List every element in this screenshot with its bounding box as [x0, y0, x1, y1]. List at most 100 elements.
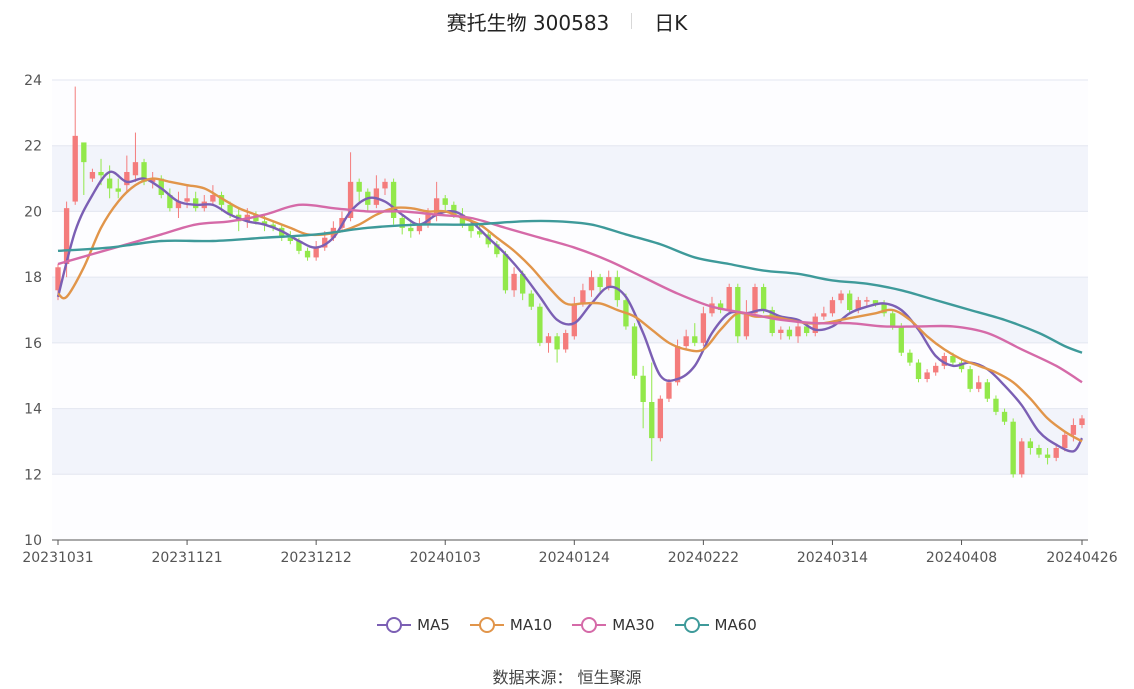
candle-body — [537, 306, 543, 343]
candle-body — [1010, 421, 1016, 475]
candle-body — [313, 247, 319, 258]
candle — [563, 329, 569, 353]
x-tick-label: 20231121 — [151, 550, 222, 566]
source-value: 恒生聚源 — [577, 668, 642, 687]
x-tick-label: 20231212 — [281, 550, 352, 566]
candle-body — [907, 352, 913, 363]
legend-label: MA60 — [714, 616, 757, 634]
grid-band — [52, 277, 1088, 343]
candle-body — [1062, 434, 1068, 448]
candle-body — [115, 188, 121, 192]
candle-body — [967, 369, 973, 389]
candle-body — [193, 198, 199, 209]
y-tick-label: 14 — [24, 402, 42, 418]
legend-item-ma10[interactable]: MA10 — [469, 616, 553, 634]
candle — [657, 395, 664, 442]
candle-body — [993, 398, 999, 412]
candle — [1010, 418, 1016, 478]
candle-body — [1044, 454, 1051, 458]
y-tick-label: 22 — [24, 139, 42, 155]
candle-body — [846, 293, 853, 310]
legend-label: MA5 — [417, 616, 450, 634]
candle-body — [132, 162, 139, 176]
y-axis: 10 12 14 16 18 20 22 24 — [24, 73, 42, 549]
x-axis: 20231031 20231121 20231212 20240103 20240124… — [22, 539, 1118, 566]
data-source: 数据来源： 恒生聚源 — [0, 664, 1134, 688]
candle-body — [795, 326, 801, 337]
candle-body — [933, 365, 939, 373]
x-tick-label: 20240124 — [539, 550, 610, 566]
legend-swatch-icon — [469, 617, 504, 633]
x-tick-label: 20240314 — [797, 550, 868, 566]
candle-body — [640, 375, 646, 402]
x-tick-label: 20231031 — [22, 550, 93, 566]
candle-body — [210, 195, 216, 202]
candle-body — [1079, 418, 1085, 425]
legend-item-ma5[interactable]: MA5 — [377, 616, 450, 634]
candle-body — [502, 254, 509, 291]
legend-label: MA30 — [612, 616, 655, 634]
candle-body — [442, 198, 448, 205]
candle-body — [545, 336, 552, 343]
candle-body — [588, 277, 595, 291]
candle-body — [683, 336, 689, 347]
candle-body — [898, 326, 904, 353]
y-tick-label: 16 — [24, 336, 42, 352]
candle-body — [554, 336, 560, 350]
candle-body — [821, 313, 827, 317]
candle-body — [124, 172, 130, 186]
candle-body — [563, 333, 569, 350]
x-tick-label: 20240103 — [410, 550, 481, 566]
y-tick-label: 18 — [24, 270, 42, 286]
candle-body — [838, 293, 844, 301]
source-label: 数据来源： — [492, 668, 573, 687]
grid-band — [52, 474, 1088, 540]
grid-band — [52, 80, 1088, 146]
candle-body — [106, 178, 113, 189]
candle-body — [984, 382, 991, 399]
candle-body — [915, 362, 922, 379]
candle-body — [1027, 441, 1034, 448]
kline-chart[interactable]: 10 12 14 16 18 20 22 24 20231031 20231121 2023121… — [0, 0, 1134, 600]
candle-body — [890, 313, 896, 327]
candle-body — [786, 329, 793, 337]
candle-body — [390, 181, 397, 218]
grid-band — [52, 145, 1088, 212]
x-tick-label: 20240408 — [926, 550, 997, 566]
candle-body — [81, 142, 87, 163]
candle-body — [1070, 425, 1077, 435]
candle-body — [408, 227, 414, 232]
candle-body — [924, 372, 930, 379]
candle-body — [864, 300, 870, 302]
legend-item-ma60[interactable]: MA60 — [674, 616, 757, 634]
candle-body — [674, 346, 681, 383]
candle — [631, 323, 638, 379]
candle-body — [89, 172, 96, 179]
legend-item-ma30[interactable]: MA30 — [572, 616, 655, 634]
candle — [915, 359, 922, 383]
candle-body — [743, 313, 750, 337]
legend-label: MA10 — [509, 616, 553, 634]
x-tick-label: 20240426 — [1046, 550, 1117, 566]
candle-body — [752, 287, 758, 314]
candle-body — [692, 336, 698, 343]
candle — [666, 379, 672, 402]
y-tick-label: 24 — [24, 73, 42, 89]
candle-body — [373, 188, 380, 205]
candle-body — [597, 277, 603, 287]
candle-body — [382, 181, 388, 189]
candle-body — [580, 290, 586, 304]
candle — [390, 178, 397, 225]
candle-body — [511, 273, 517, 291]
y-tick-label: 10 — [24, 533, 42, 549]
legend-swatch-icon — [377, 617, 412, 633]
y-tick-label: 20 — [24, 204, 42, 220]
candle — [898, 323, 904, 356]
candle — [537, 303, 543, 347]
candle-body — [98, 172, 104, 176]
chart-legend: MA5 MA10 MA30 MA60 — [0, 612, 1134, 638]
candle-body — [1001, 411, 1008, 422]
candle-body — [184, 198, 190, 202]
candle-body — [829, 300, 836, 314]
candle-body — [72, 135, 78, 202]
